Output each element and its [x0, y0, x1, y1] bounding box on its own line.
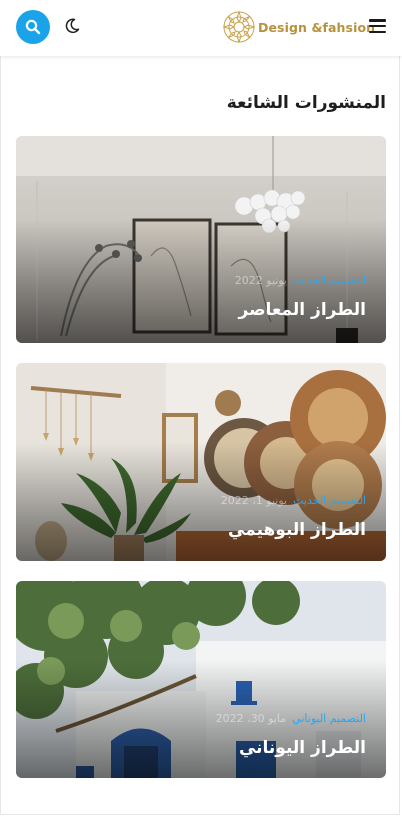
post-date: يونيو 2022	[234, 274, 288, 287]
post-meta: التصميم اليوناني مايو 30، 2022	[216, 712, 366, 725]
post-category[interactable]: التصميم اليوناني	[292, 712, 366, 725]
post-card[interactable]: التصميم اليوناني مايو 30، 2022 الطراز ال…	[16, 581, 386, 778]
site-logo[interactable]: Design &fahsion	[222, 9, 375, 45]
site-header: Design &fahsion	[0, 0, 402, 56]
mandala-logo-icon	[222, 10, 256, 44]
post-title[interactable]: الطراز اليوناني	[239, 738, 366, 758]
search-icon	[25, 19, 41, 35]
post-card[interactable]: التصميم الحديث يونيو 1، 2022 الطراز البو…	[16, 363, 386, 561]
post-title[interactable]: الطراز المعاصر	[239, 300, 366, 320]
post-title[interactable]: الطراز البوهيمي	[228, 520, 366, 540]
hamburger-line	[369, 19, 386, 22]
post-card[interactable]: التصميم الحديث يونيو 2022 الطراز المعاصر	[16, 136, 386, 343]
brand-name: Design &fahsion	[258, 19, 376, 35]
dark-mode-toggle[interactable]	[63, 17, 81, 35]
moon-icon	[65, 18, 80, 34]
section-title: المنشورات الشائعة	[226, 93, 386, 113]
post-date: يونيو 1، 2022	[220, 494, 288, 507]
post-category[interactable]: التصميم الحديث	[293, 494, 366, 507]
post-category[interactable]: التصميم الحديث	[293, 274, 366, 287]
post-meta: التصميم الحديث يونيو 2022	[235, 274, 366, 287]
hamburger-line	[369, 24, 386, 28]
post-date: مايو 30، 2022	[215, 712, 287, 725]
post-meta: التصميم الحديث يونيو 1، 2022	[221, 494, 366, 507]
search-button[interactable]	[16, 10, 50, 44]
menu-button[interactable]	[369, 19, 386, 34]
hamburger-line	[369, 30, 386, 34]
